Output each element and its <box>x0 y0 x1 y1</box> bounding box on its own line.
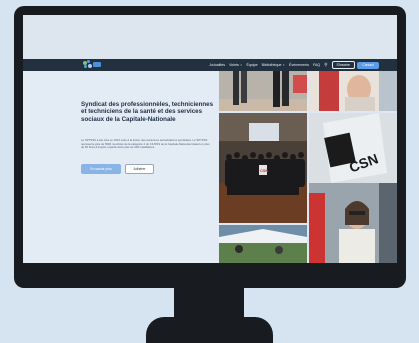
monitor-screen: Actualités Volets▼ Équipe Bibliothèque▼ … <box>23 15 397 263</box>
search-icon[interactable]: ⚲ <box>324 62 327 68</box>
photo-outdoor-tent <box>219 225 307 263</box>
site-logo[interactable] <box>83 60 105 70</box>
photo-protest-flag: CSN <box>309 113 397 263</box>
nav-link-equipe[interactable]: Équipe <box>246 63 257 67</box>
nav-link-evenements[interactable]: Événements <box>289 63 309 67</box>
contact-button[interactable]: Contact <box>357 61 379 69</box>
photo-protester <box>309 71 397 111</box>
nav-link-faq[interactable]: FAQ <box>313 63 320 67</box>
hero-section <box>23 71 219 263</box>
monitor-stand-base <box>146 317 273 343</box>
join-button[interactable]: S'inscrire <box>331 61 355 69</box>
page-top-area <box>23 15 397 59</box>
nav-link-volets-label: Volets <box>229 63 239 67</box>
nav-link-bibliotheque[interactable]: Bibliothèque▼ <box>262 63 285 67</box>
hero-title: Syndicat des professionnèles, technicien… <box>81 101 214 123</box>
chevron-down-icon: ▼ <box>239 64 243 67</box>
photo-group-event: CSN <box>219 113 307 223</box>
site-navbar: Actualités Volets▼ Équipe Bibliothèque▼ … <box>23 59 397 71</box>
photo-legs-street <box>219 71 307 111</box>
chevron-down-icon: ▼ <box>282 64 286 67</box>
learn-more-button[interactable]: En savoir plus <box>81 164 121 174</box>
nav-link-volets[interactable]: Volets▼ <box>229 63 242 67</box>
nav-menu: Actualités Volets▼ Équipe Bibliothèque▼ … <box>210 59 355 71</box>
join-union-button[interactable]: Adhérer <box>125 164 154 174</box>
nav-link-bibliotheque-label: Bibliothèque <box>261 63 282 67</box>
nav-link-actualites[interactable]: Actualités <box>210 63 226 67</box>
group-photo-sign: CSN <box>260 168 269 173</box>
hero-description: Le SPTSSS a été créé en 2016 suite à la … <box>81 138 210 149</box>
